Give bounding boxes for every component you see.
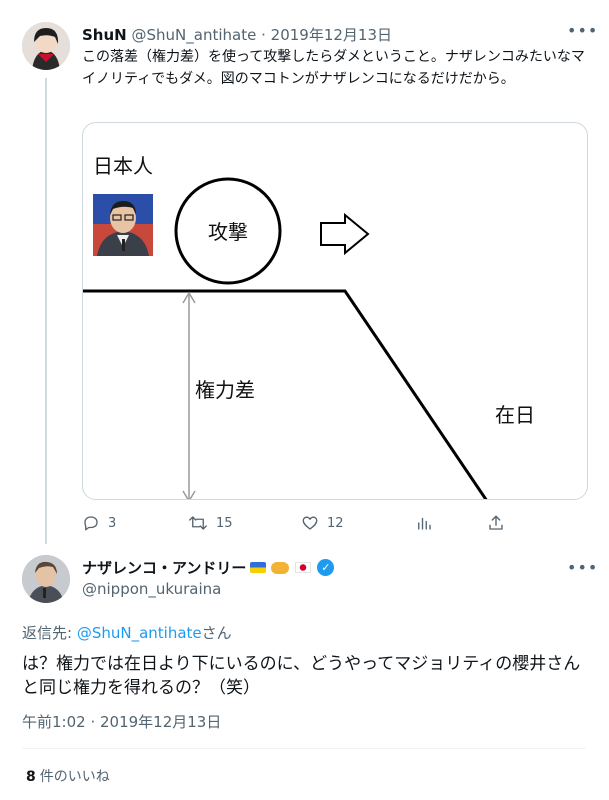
display-name[interactable]: ナザレンコ・アンドリー [82, 557, 246, 578]
portrait-photo [93, 194, 153, 256]
like-button[interactable]: 12 [301, 512, 344, 534]
reply-target-link[interactable]: @ShuN_antihate [77, 624, 202, 642]
retweet-icon [189, 516, 207, 530]
reply-button[interactable]: 3 [82, 512, 116, 534]
tweet-image[interactable]: 日本人 攻撃 権力差 在日 [82, 122, 588, 500]
share-icon [489, 515, 503, 530]
like-count: 12 [327, 515, 344, 531]
like-icon [302, 516, 318, 530]
avatar-illustration [22, 22, 70, 70]
power-gap-diagram: 日本人 攻撃 権力差 在日 [83, 154, 535, 499]
reply-suffix: さん [201, 624, 232, 642]
japan-flag-icon [295, 562, 312, 573]
analytics-button[interactable] [415, 512, 433, 534]
handshake-icon [271, 561, 290, 574]
user-handle[interactable]: @ShuN_antihate [132, 26, 257, 44]
power-level-line [83, 289, 488, 499]
power-gap-arrow [182, 291, 196, 499]
ukraine-flag-icon [250, 562, 267, 573]
likes-count: 8 [26, 769, 36, 785]
likes-label: 件のいいね [39, 769, 110, 785]
likes-count-link[interactable]: 8 件のいいね [26, 766, 110, 786]
display-name[interactable]: ShuN [82, 26, 127, 44]
user-handle[interactable]: @nippon_ukuraina [82, 580, 221, 598]
tweet-header: ナザレンコ・アンドリー ✓ [82, 557, 335, 578]
diagram-label-japanese: 日本人 [93, 154, 153, 178]
thread-connector-line [45, 78, 47, 544]
more-icon[interactable]: ••• [567, 23, 597, 42]
retweet-count: 15 [216, 515, 233, 531]
tweet-text: は？権力では在日より下にいるのに、どうやってマジョリティの櫻井さんと同じ権力を得… [22, 654, 581, 698]
retweet-button[interactable]: 15 [188, 512, 233, 534]
separator: · [261, 26, 266, 44]
avatar-photo [22, 555, 70, 603]
avatar[interactable] [22, 555, 70, 603]
tweet-date[interactable]: 2019年12月13日 [271, 26, 392, 44]
avatar[interactable] [22, 22, 70, 70]
tweet-header: ShuN @ShuN_antihate · 2019年12月13日 [82, 24, 392, 45]
reply-icon [84, 516, 98, 531]
reply-count: 3 [108, 515, 117, 531]
tweet-timestamp[interactable]: 午前1:02 · 2019年12月13日 [22, 711, 221, 732]
diagram-label-attack: 攻撃 [208, 220, 248, 244]
share-button[interactable] [487, 512, 505, 534]
tweet-action-bar: 3 15 12 [82, 512, 505, 534]
tweet-text: この落差（権力差）を使って攻撃したらダメということ。ナザレンコみたいなマイノリテ… [82, 49, 585, 87]
divider [22, 748, 586, 749]
reply-context: 返信先: @ShuN_antihateさん [22, 622, 232, 643]
reply-prefix: 返信先: [22, 624, 77, 642]
verified-icon: ✓ [317, 559, 335, 576]
diagram-label-zainichi: 在日 [495, 403, 535, 427]
arrow-right-icon [320, 212, 370, 256]
diagram-label-power-gap: 権力差 [195, 378, 255, 402]
more-icon[interactable]: ••• [567, 560, 597, 579]
analytics-icon [418, 517, 431, 530]
